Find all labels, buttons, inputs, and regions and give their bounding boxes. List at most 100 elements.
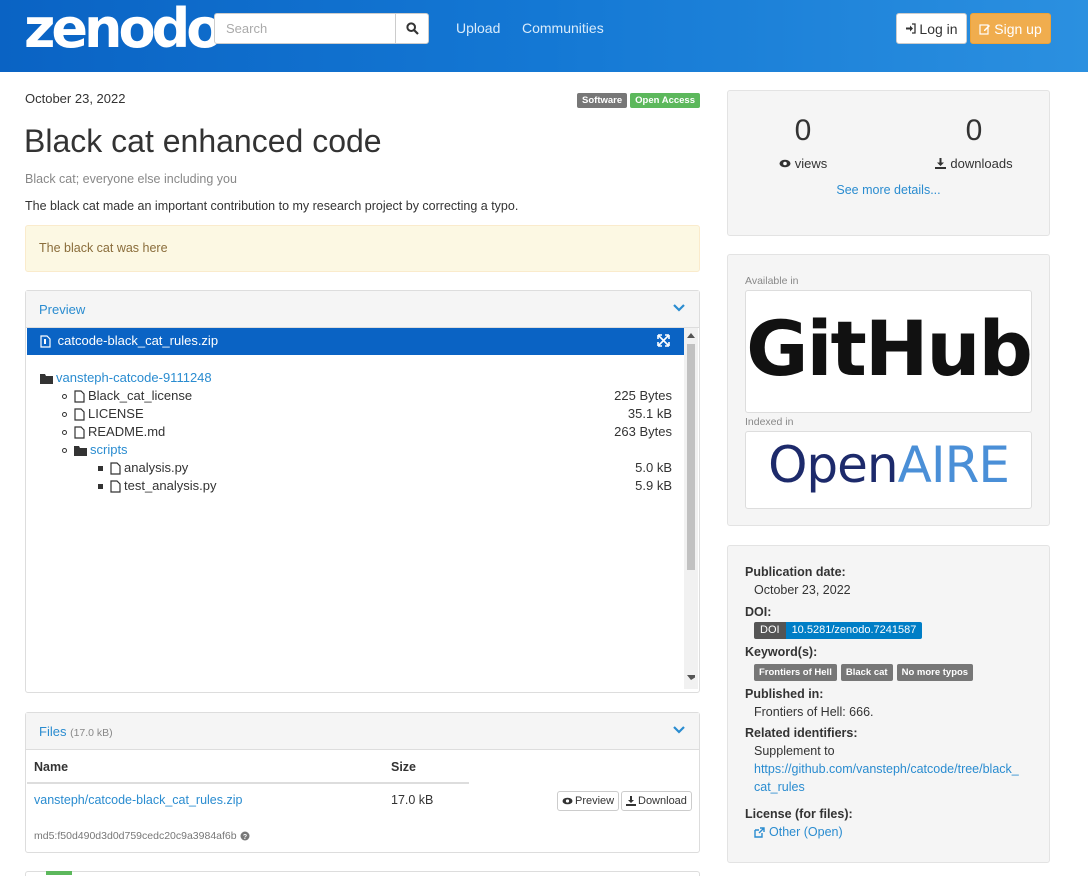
pub-date-value: October 23, 2022 — [754, 583, 851, 597]
svg-text:?: ? — [242, 834, 246, 841]
download-icon — [935, 158, 947, 169]
license-label: License (for files): — [745, 807, 853, 821]
record-description: The black cat made an important contribu… — [25, 199, 519, 213]
md5-text: md5:f50d490d3d0d759cedc20c9a3984af6b — [34, 830, 237, 842]
tree-bullet — [62, 393, 67, 399]
tree-file-size: 5.0 kB — [635, 460, 672, 475]
tree-folder-link[interactable]: scripts — [90, 441, 128, 459]
doi-badge-prefix: DOI — [754, 622, 786, 639]
metadata-well: Publication date: October 23, 2022 DOI: … — [727, 545, 1050, 863]
views-count: 0 — [794, 114, 812, 147]
related-url-link-cont[interactable]: cat_rules — [754, 780, 805, 794]
folder-icon — [40, 373, 53, 384]
badge-access: Open Access — [630, 93, 700, 108]
tree-file-name: analysis.py — [124, 460, 189, 475]
login-button[interactable]: Log in — [896, 13, 967, 44]
question-circle-icon[interactable]: ? — [240, 831, 250, 841]
openaire-logo-box[interactable]: OpenAIRE — [745, 431, 1032, 509]
keyword-tag[interactable]: Frontiers of Hell — [754, 664, 837, 681]
nav-communities[interactable]: Communities — [522, 20, 604, 36]
tree-file: analysis.py 5.0 kB — [40, 459, 672, 477]
views-label: views — [743, 156, 863, 171]
openaire-logo-open: Open — [768, 436, 899, 494]
file-icon — [74, 407, 85, 421]
see-more-details-link[interactable]: See more details... — [728, 183, 1049, 197]
edit-icon — [979, 23, 991, 35]
scrollbar-thumb[interactable] — [687, 344, 695, 570]
sign-in-icon — [906, 23, 917, 34]
tree-folder[interactable]: scripts — [40, 441, 672, 459]
indexed-in-label: Indexed in — [745, 416, 794, 428]
tree-file-size: 225 Bytes — [614, 388, 672, 403]
tree-file-size: 263 Bytes — [614, 424, 672, 439]
col-header-name: Name — [34, 760, 69, 774]
badge-resource-type: Software — [577, 93, 628, 108]
related-identifiers-label: Related identifiers: — [745, 726, 858, 740]
tree-bullet — [98, 465, 103, 471]
tree-bullet — [98, 483, 103, 489]
tree-file-name: test_analysis.py — [124, 478, 217, 493]
keyword-tag[interactable]: Black cat — [840, 664, 893, 681]
scroll-up-icon[interactable] — [687, 332, 695, 338]
tree-bullet — [62, 447, 67, 453]
file-tree: vansteph-catcode-9111248 Black_cat_licen… — [40, 369, 672, 495]
doi-badge-value: 10.5281/zenodo.7241587 — [785, 622, 923, 639]
folder-icon — [74, 445, 87, 456]
search-button[interactable] — [395, 13, 429, 44]
file-download-link[interactable]: vansteph/catcode-black_cat_rules.zip — [34, 793, 242, 807]
files-heading: Files — [39, 724, 67, 739]
tree-file-name: LICENSE — [88, 406, 144, 421]
eye-icon — [779, 159, 791, 168]
github-logo-box[interactable]: GitHub — [745, 290, 1033, 413]
available-in-label: Available in — [745, 275, 799, 287]
preview-button[interactable]: Preview — [557, 791, 620, 811]
downloads-label: downloads — [914, 156, 1034, 171]
download-button[interactable]: Download — [621, 791, 692, 811]
files-total-size: (17.0 kB) — [70, 727, 113, 739]
search-input[interactable] — [214, 13, 395, 44]
views-label-text: views — [794, 156, 828, 171]
signup-label: Sign up — [994, 20, 1042, 37]
tree-file: LICENSE 35.1 kB — [40, 405, 672, 423]
preview-panel: Preview catcode-black_cat_rules.zip vans… — [25, 290, 700, 693]
zenodo-logo[interactable]: zenodo — [24, 2, 223, 56]
external-link-icon — [754, 826, 765, 838]
files-panel-heading[interactable]: Files (17.0 kB) — [26, 713, 699, 750]
next-panel — [25, 871, 700, 876]
signup-button[interactable]: Sign up — [970, 13, 1051, 44]
tree-root[interactable]: vansteph-catcode-9111248 — [40, 369, 672, 387]
login-label: Log in — [919, 20, 958, 37]
preview-panel-heading[interactable]: Preview — [26, 291, 699, 328]
stats-well: 0 0 views downloads See more details... — [727, 90, 1050, 236]
tree-file: README.md 263 Bytes — [40, 423, 672, 441]
license-text: Other (Open) — [769, 825, 843, 839]
doi-badge[interactable]: DOI 10.5281/zenodo.7241587 — [754, 622, 923, 639]
chevron-down-icon[interactable] — [673, 725, 685, 735]
search-icon — [405, 22, 419, 35]
file-icon — [74, 389, 85, 403]
tree-file: test_analysis.py 5.9 kB — [40, 477, 672, 495]
license-link[interactable]: Other (Open) — [754, 825, 843, 839]
file-zip-icon — [40, 335, 51, 348]
preview-heading: Preview — [39, 302, 86, 317]
file-icon — [110, 461, 121, 475]
file-icon — [74, 425, 85, 439]
record-badges: Software Open Access — [577, 93, 700, 108]
tree-root-link[interactable]: vansteph-catcode-9111248 — [56, 369, 212, 387]
files-panel: Files (17.0 kB) Name Size vansteph/catco… — [25, 712, 700, 853]
search-form — [214, 13, 429, 44]
published-in-label: Published in: — [745, 687, 824, 701]
chevron-down-icon[interactable] — [673, 303, 685, 313]
tree-bullet — [62, 411, 67, 417]
related-url-link[interactable]: https://github.com/vansteph/catcode/tree… — [754, 762, 1019, 776]
preview-scrollbar[interactable] — [684, 328, 698, 689]
tree-file-name: Black_cat_license — [88, 388, 193, 403]
nav-upload[interactable]: Upload — [456, 20, 500, 36]
published-in-value: Frontiers of Hell: 666. — [754, 705, 874, 719]
scroll-down-icon[interactable] — [687, 675, 695, 681]
related-type: Supplement to — [754, 744, 835, 758]
keyword-tag[interactable]: No more typos — [896, 664, 974, 681]
tree-file-name: README.md — [88, 424, 166, 439]
expand-icon[interactable] — [657, 334, 670, 347]
md5-checksum: md5:f50d490d3d0d759cedc20c9a3984af6b ? — [34, 830, 250, 842]
